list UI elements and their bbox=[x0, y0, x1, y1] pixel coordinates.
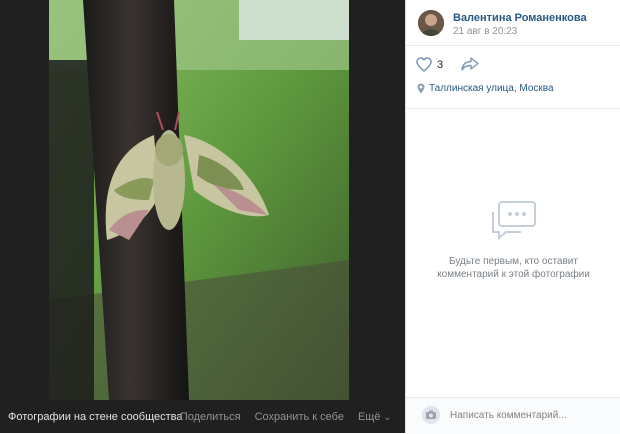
share-arrow-icon bbox=[461, 57, 479, 71]
comment-bar bbox=[406, 397, 620, 434]
chevron-down-icon: ⌄ bbox=[383, 412, 391, 422]
more-menu[interactable]: Ещё ⌄ bbox=[358, 411, 391, 423]
map-pin-icon bbox=[417, 83, 425, 94]
author-name[interactable]: Валентина Романенкова bbox=[453, 12, 587, 24]
camera-button[interactable] bbox=[422, 406, 440, 424]
comments-bubble-icon bbox=[491, 201, 536, 240]
camera-icon bbox=[426, 410, 436, 419]
place-link[interactable]: Таллинская улица, Москва bbox=[429, 83, 554, 94]
likes-row: 3 bbox=[406, 46, 620, 82]
like-button[interactable]: 3 bbox=[416, 57, 443, 72]
photo[interactable] bbox=[49, 0, 349, 400]
share-button[interactable] bbox=[461, 57, 479, 76]
more-label: Ещё bbox=[357, 411, 381, 423]
comment-input[interactable] bbox=[450, 406, 610, 424]
photo-sidebar: Валентина Романенкова 21 авг в 20:23 3 Т… bbox=[405, 0, 620, 434]
viewer-bottom-bar: Фотографии на стене сообщества Поделитьс… bbox=[0, 400, 405, 433]
empty-comments-text: Будьте первым, кто оставит комментарий к… bbox=[437, 256, 590, 280]
place-row: Таллинская улица, Москва bbox=[406, 82, 620, 109]
avatar[interactable] bbox=[418, 10, 444, 36]
empty-comments: Будьте первым, кто оставит комментарий к… bbox=[406, 200, 620, 281]
photo-viewer: Фотографии на стене сообщества Поделитьс… bbox=[0, 0, 405, 433]
author-block: Валентина Романенкова 21 авг в 20:23 bbox=[406, 0, 620, 46]
share-link[interactable]: Поделиться bbox=[180, 411, 241, 423]
album-link[interactable]: Фотографии на стене сообщества bbox=[8, 411, 183, 423]
post-date[interactable]: 21 авг в 20:23 bbox=[453, 26, 517, 37]
viewer-actions: Поделиться Сохранить к себе Ещё ⌄ bbox=[180, 411, 391, 423]
heart-icon bbox=[416, 57, 432, 72]
like-count: 3 bbox=[437, 58, 444, 71]
save-link[interactable]: Сохранить к себе bbox=[255, 411, 344, 423]
